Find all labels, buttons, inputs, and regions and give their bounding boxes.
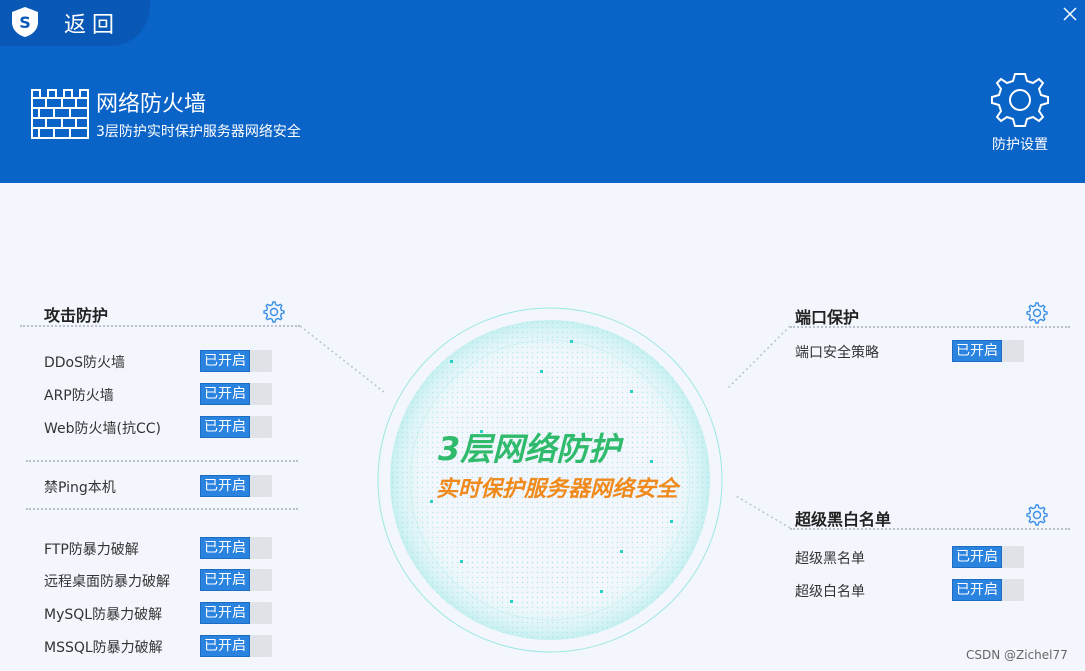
divider bbox=[790, 528, 1070, 530]
ddos-firewall-label: DDoS防火墙 bbox=[44, 355, 126, 371]
firewall-brick-icon bbox=[31, 89, 89, 139]
toggle-status: 已开启 bbox=[200, 537, 250, 559]
ddos-firewall-toggle[interactable]: 已开启 bbox=[200, 350, 272, 372]
mysql-bruteforce-label: MySQL防暴力破解 bbox=[44, 607, 163, 623]
rdp-bruteforce-toggle[interactable]: 已开启 bbox=[200, 569, 272, 591]
firewall-title: 网络防火墙 bbox=[96, 92, 207, 117]
whitelist-label: 超级白名单 bbox=[795, 584, 865, 600]
arp-firewall-label: ARP防火墙 bbox=[44, 388, 114, 404]
whitelist-toggle[interactable]: 已开启 bbox=[952, 579, 1024, 601]
svg-text:S: S bbox=[19, 13, 31, 32]
arp-firewall-toggle[interactable]: 已开启 bbox=[200, 383, 272, 405]
rdp-bruteforce-label: 远程桌面防暴力破解 bbox=[44, 574, 170, 590]
port-settings-gear-icon[interactable] bbox=[1026, 302, 1048, 324]
mssql-bruteforce-label: MSSQL防暴力破解 bbox=[44, 640, 163, 656]
toggle-status: 已开启 bbox=[200, 635, 250, 657]
firewall-subtitle: 3层防护实时保护服务器网络安全 bbox=[96, 124, 301, 140]
port-security-policy-label: 端口安全策略 bbox=[795, 345, 879, 361]
ban-ping-toggle[interactable]: 已开启 bbox=[200, 475, 272, 497]
divider bbox=[790, 326, 1070, 328]
toggle-status: 已开启 bbox=[200, 602, 250, 624]
divider bbox=[26, 508, 298, 510]
web-firewall-toggle[interactable]: 已开启 bbox=[200, 416, 272, 438]
blacklist-toggle[interactable]: 已开启 bbox=[952, 546, 1024, 568]
port-security-policy-toggle[interactable]: 已开启 bbox=[952, 340, 1024, 362]
back-button[interactable]: S 返回 bbox=[0, 0, 150, 46]
gear-icon[interactable] bbox=[990, 70, 1050, 130]
toggle-status: 已开启 bbox=[952, 546, 1002, 568]
divider bbox=[20, 325, 300, 327]
divider bbox=[26, 460, 298, 462]
header-bar: S 返回 网络防火墙 3层防护实时保护服务器网络安全 防护设置 bbox=[0, 0, 1085, 183]
back-label: 返回 bbox=[64, 13, 121, 38]
port-protection-title: 端口保护 bbox=[795, 308, 860, 327]
blackwhite-settings-gear-icon[interactable] bbox=[1026, 504, 1048, 526]
web-firewall-label: Web防火墙(抗CC) bbox=[44, 421, 161, 437]
toggle-status: 已开启 bbox=[200, 475, 250, 497]
toggle-status: 已开启 bbox=[200, 416, 250, 438]
ban-ping-label: 禁Ping本机 bbox=[44, 480, 116, 496]
protection-settings-button[interactable]: 防护设置 bbox=[992, 134, 1048, 154]
center-subtitle: 实时保护服务器网络安全 bbox=[436, 477, 679, 502]
ftp-bruteforce-toggle[interactable]: 已开启 bbox=[200, 537, 272, 559]
watermark: CSDN @Zichel77 bbox=[966, 648, 1068, 662]
mysql-bruteforce-toggle[interactable]: 已开启 bbox=[200, 602, 272, 624]
ftp-bruteforce-label: FTP防暴力破解 bbox=[44, 542, 139, 558]
toggle-status: 已开启 bbox=[952, 579, 1002, 601]
center-title: 3层网络防护 bbox=[438, 430, 621, 468]
toggle-status: 已开启 bbox=[200, 569, 250, 591]
mssql-bruteforce-toggle[interactable]: 已开启 bbox=[200, 635, 272, 657]
attack-protection-title: 攻击防护 bbox=[44, 306, 109, 325]
blackwhite-list-title: 超级黑白名单 bbox=[795, 510, 892, 529]
toggle-status: 已开启 bbox=[200, 350, 250, 372]
attack-settings-gear-icon[interactable] bbox=[263, 301, 285, 323]
toggle-status: 已开启 bbox=[952, 340, 1002, 362]
blacklist-label: 超级黑名单 bbox=[795, 551, 865, 567]
toggle-status: 已开启 bbox=[200, 383, 250, 405]
close-icon[interactable] bbox=[1061, 5, 1079, 23]
shield-logo-icon: S bbox=[12, 7, 38, 37]
